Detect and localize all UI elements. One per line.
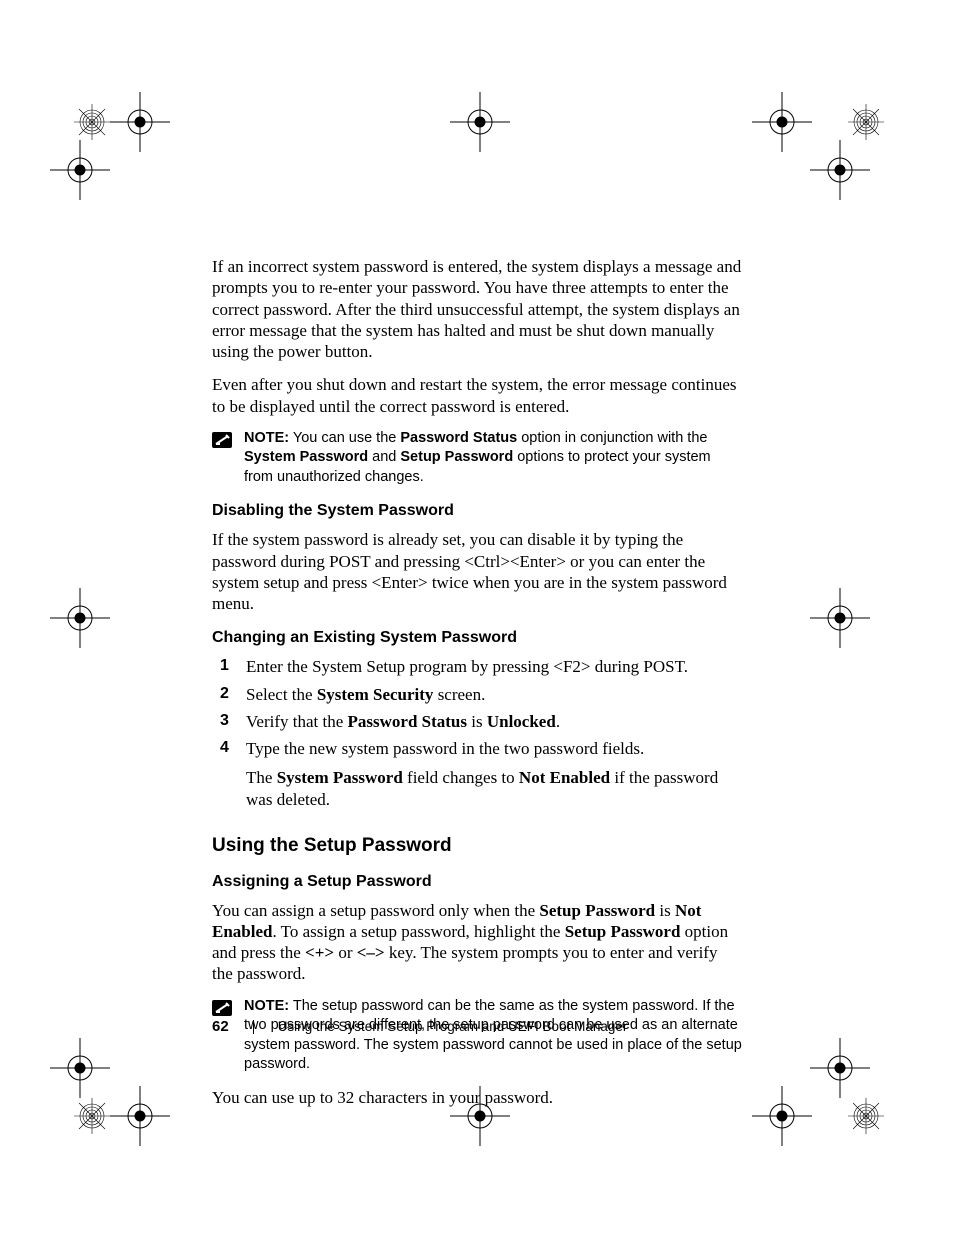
registration-mark-icon (810, 140, 870, 200)
registration-mark-icon (110, 1086, 170, 1146)
registration-dot-icon (848, 104, 884, 140)
page-footer: 62 Using the System Setup Program and UE… (212, 1018, 627, 1035)
body-paragraph: The System Password field changes to Not… (212, 767, 742, 810)
list-item: Select the System Security screen. (212, 684, 742, 705)
registration-mark-icon (50, 588, 110, 648)
body-paragraph: Even after you shut down and restart the… (212, 374, 742, 417)
registration-dot-icon (74, 104, 110, 140)
section-heading: Using the Setup Password (212, 834, 742, 858)
body-paragraph: You can use up to 32 characters in your … (212, 1087, 742, 1108)
ordered-steps: Enter the System Setup program by pressi… (212, 656, 742, 759)
registration-mark-icon (810, 1038, 870, 1098)
document-page: If an incorrect system password is enter… (0, 0, 954, 1235)
page-number: 62 (212, 1018, 229, 1035)
note-text: NOTE: The setup password can be the same… (244, 997, 742, 1075)
page-content: If an incorrect system password is enter… (212, 256, 742, 1120)
body-paragraph: You can assign a setup password only whe… (212, 900, 742, 985)
body-paragraph: If the system password is already set, y… (212, 529, 742, 614)
registration-mark-icon (50, 140, 110, 200)
note-callout: NOTE: You can use the Password Status op… (212, 429, 742, 488)
subheading: Disabling the System Password (212, 501, 742, 521)
list-item: Enter the System Setup program by pressi… (212, 656, 742, 677)
body-paragraph: If an incorrect system password is enter… (212, 256, 742, 362)
registration-mark-icon (752, 1086, 812, 1146)
list-item: Type the new system password in the two … (212, 738, 742, 759)
subheading: Changing an Existing System Password (212, 628, 742, 648)
note-icon (212, 430, 234, 455)
note-text: NOTE: You can use the Password Status op… (244, 429, 742, 488)
note-label: NOTE: (244, 430, 289, 446)
registration-mark-icon (810, 588, 870, 648)
subheading: Assigning a Setup Password (212, 872, 742, 892)
note-callout: NOTE: The setup password can be the same… (212, 997, 742, 1075)
registration-mark-icon (752, 92, 812, 152)
registration-dot-icon (848, 1098, 884, 1134)
footer-title: Using the System Setup Program and UEFI … (278, 1019, 628, 1034)
registration-mark-icon (110, 92, 170, 152)
registration-dot-icon (74, 1098, 110, 1134)
note-label: NOTE: (244, 998, 289, 1014)
footer-separator-icon (253, 1020, 254, 1034)
list-item: Verify that the Password Status is Unloc… (212, 711, 742, 732)
registration-mark-icon (450, 92, 510, 152)
registration-mark-icon (50, 1038, 110, 1098)
